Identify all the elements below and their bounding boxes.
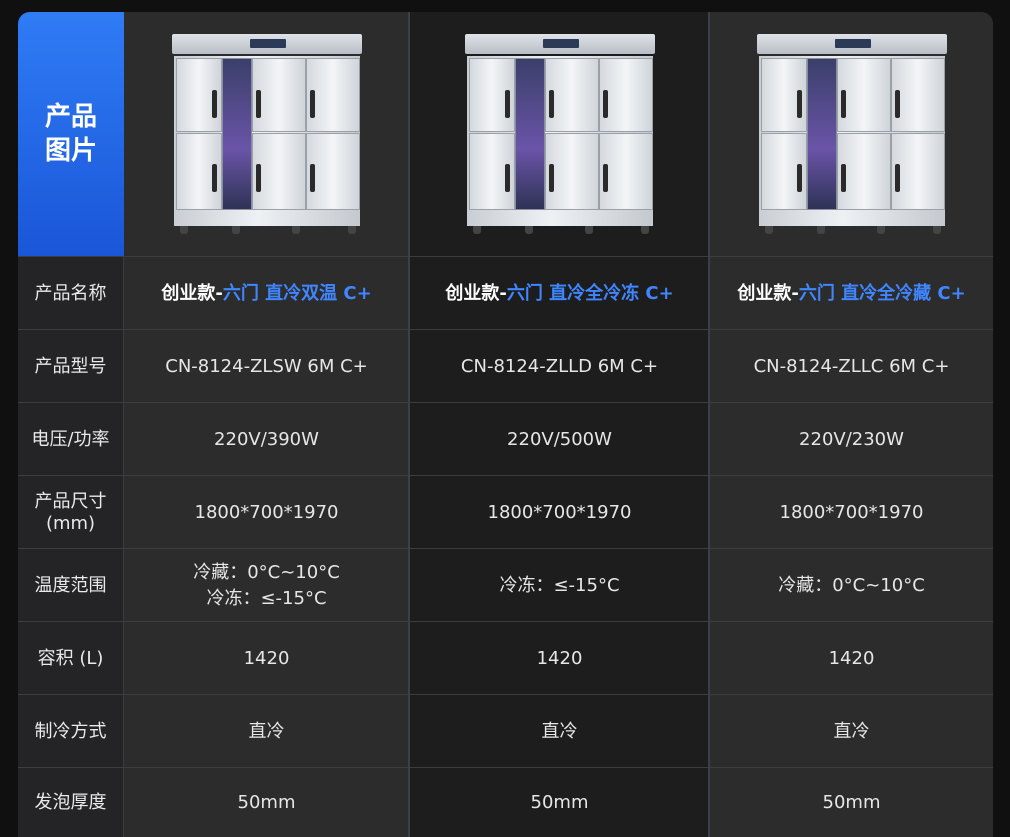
cooling-3: 直冷 (710, 695, 993, 768)
row-label: 温度范围 (18, 549, 124, 622)
brand-logo (542, 39, 579, 48)
temp-3: 冷藏：0°C~10°C (710, 549, 993, 622)
row-temperature: 温度范围 冷藏：0°C~10°C 冷冻：≤-15°C 冷冻：≤-15°C 冷藏：… (18, 548, 993, 622)
product-image-label-text: 产品 图片 (44, 102, 97, 166)
product-name-3: 创业款-六门 直冷全冷藏 C+ (710, 257, 993, 330)
row-volume: 容积 (L) 1420 1420 1420 (18, 621, 993, 695)
model-1: CN-8124-ZLSW 6M C+ (124, 330, 409, 403)
size-1: 1800*700*1970 (124, 476, 409, 549)
row-product-name: 产品名称 创业款-六门 直冷双温 C+ 创业款-六门 直冷全冷冻 C+ 创业款-… (18, 256, 993, 330)
row-label: 发泡厚度 (18, 768, 124, 837)
model-2: CN-8124-ZLLD 6M C+ (410, 330, 709, 403)
volume-3: 1420 (710, 622, 993, 695)
product-image-1[interactable] (124, 12, 409, 256)
temp-2: 冷冻：≤-15°C (410, 549, 709, 622)
temp-line-refrigerate: 冷藏：0°C~10°C (193, 561, 340, 583)
comparison-table: 产品 图片 产品名称 创业款-六门 直冷双温 C+ 创业款-六门 直冷全冷冻 C… (18, 12, 993, 837)
column-divider (408, 12, 410, 837)
product-image-2[interactable] (410, 12, 709, 256)
volume-1: 1420 (124, 622, 409, 695)
row-model: 产品型号 CN-8124-ZLSW 6M C+ CN-8124-ZLLD 6M … (18, 329, 993, 403)
column-divider (708, 12, 710, 837)
product-name-1: 创业款-六门 直冷双温 C+ (124, 257, 409, 330)
foam-2: 50mm (410, 768, 709, 837)
product-image-3[interactable] (710, 12, 993, 256)
power-1: 220V/390W (124, 403, 409, 476)
row-label: 产品名称 (18, 257, 124, 330)
brand-logo (249, 39, 286, 48)
row-size: 产品尺寸 (mm) 1800*700*1970 1800*700*1970 18… (18, 475, 993, 549)
row-cooling: 制冷方式 直冷 直冷 直冷 (18, 694, 993, 768)
row-power: 电压/功率 220V/390W 220V/500W 220V/230W (18, 402, 993, 476)
size-3: 1800*700*1970 (710, 476, 993, 549)
fridge-image (756, 34, 947, 234)
size-2: 1800*700*1970 (410, 476, 709, 549)
power-2: 220V/500W (410, 403, 709, 476)
foam-1: 50mm (124, 768, 409, 837)
model-3: CN-8124-ZLLC 6M C+ (710, 330, 993, 403)
volume-2: 1420 (410, 622, 709, 695)
row-label: 产品型号 (18, 330, 124, 403)
row-label: 容积 (L) (18, 622, 124, 695)
fridge-image (464, 34, 655, 234)
product-image-label: 产品 图片 (18, 12, 124, 256)
product-name-2: 创业款-六门 直冷全冷冻 C+ (410, 257, 709, 330)
foam-3: 50mm (710, 768, 993, 837)
temp-line-freeze: 冷冻：≤-15°C (206, 587, 327, 609)
fridge-image (171, 34, 362, 234)
row-label: 制冷方式 (18, 695, 124, 768)
row-label-line: 产品尺寸 (34, 490, 107, 512)
row-label: 产品尺寸 (mm) (18, 476, 124, 549)
row-label: 电压/功率 (18, 403, 124, 476)
temp-1: 冷藏：0°C~10°C 冷冻：≤-15°C (124, 549, 409, 622)
row-label-unit: (mm) (45, 512, 96, 534)
brand-logo (834, 39, 871, 48)
cooling-1: 直冷 (124, 695, 409, 768)
power-3: 220V/230W (710, 403, 993, 476)
cooling-2: 直冷 (410, 695, 709, 768)
row-foam: 发泡厚度 50mm 50mm 50mm (18, 767, 993, 837)
